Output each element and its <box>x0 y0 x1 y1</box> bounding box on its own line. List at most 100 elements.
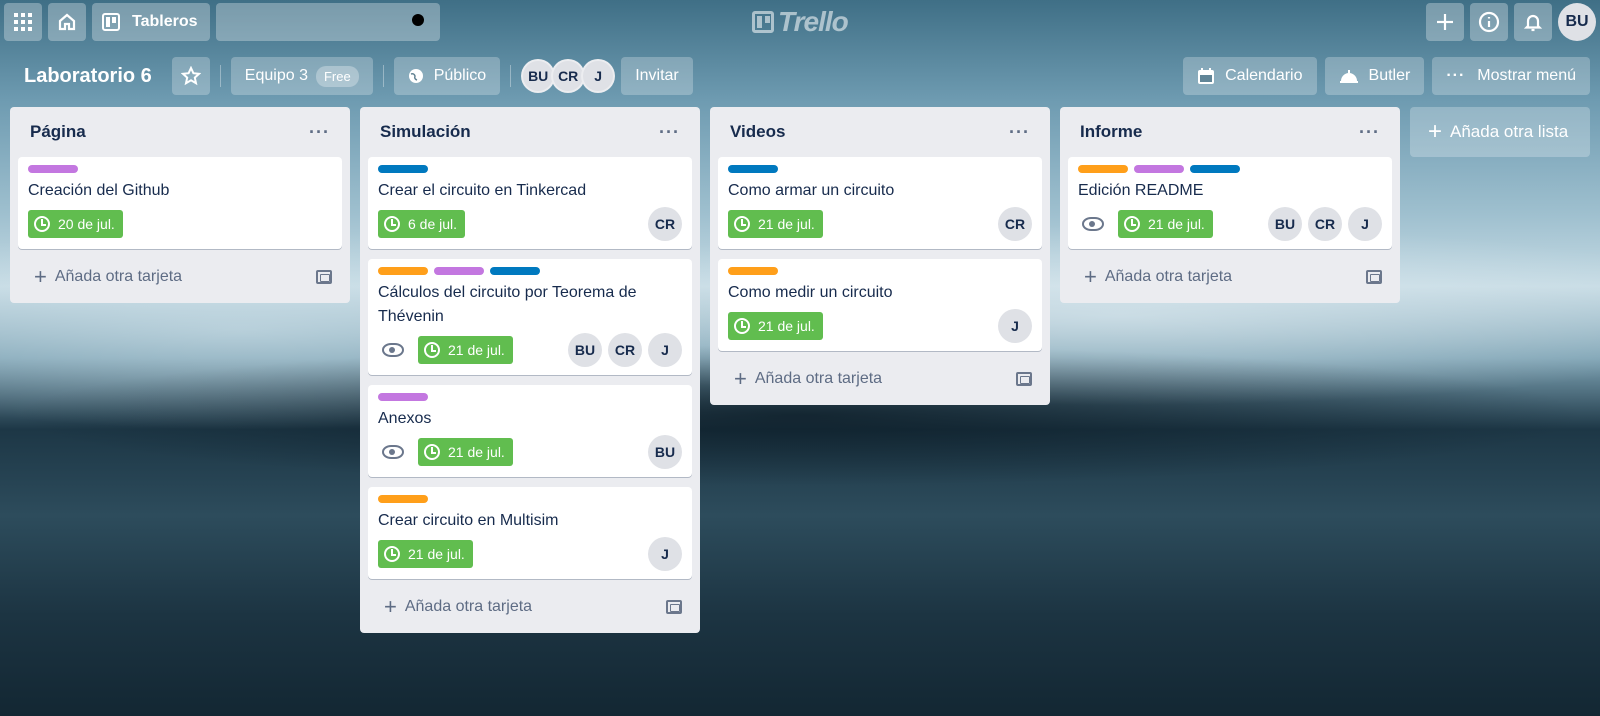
card[interactable]: Crear el circuito en Tinkercad 6 de jul. C… <box>368 157 692 249</box>
list-menu-icon[interactable]: ··· <box>309 122 330 143</box>
add-card-label: Añada otra tarjeta <box>1104 268 1233 285</box>
star-button[interactable] <box>171 57 210 95</box>
card-title: Como armar un circuito <box>728 182 895 199</box>
card[interactable]: Creación del Github 20 de jul. <box>18 157 342 249</box>
add-card-button[interactable]: + Añada otra tarjeta <box>1068 259 1392 295</box>
card-title: Creación del Github <box>28 182 170 199</box>
card[interactable]: Edición README 21 de jul. BU CR J <box>1068 157 1392 249</box>
due-date-badge[interactable]: 21 de jul. <box>728 312 823 340</box>
member-avatar[interactable]: CR <box>551 59 586 93</box>
list-menu-icon[interactable]: ··· <box>659 122 680 143</box>
board-icon <box>102 13 120 31</box>
info-button[interactable] <box>1470 3 1508 41</box>
info-icon <box>1478 11 1500 33</box>
list-menu-icon[interactable]: ··· <box>1009 122 1030 143</box>
menu-label: Mostrar menú <box>1477 67 1576 84</box>
user-avatar[interactable]: BU <box>1558 3 1596 41</box>
member-avatar[interactable]: BU <box>648 435 682 469</box>
plus-icon: + <box>384 594 397 619</box>
due-date-badge[interactable]: 21 de jul. <box>378 540 473 568</box>
card-template-icon[interactable] <box>1366 270 1382 284</box>
label-purple[interactable] <box>378 393 428 401</box>
due-date-badge[interactable]: 20 de jul. <box>28 210 123 238</box>
member-avatar[interactable]: CR <box>998 207 1032 241</box>
member-avatar[interactable]: BU <box>521 59 556 93</box>
card-badges: 21 de jul. BU CR J <box>378 333 682 367</box>
due-date-badge[interactable]: 6 de jul. <box>378 210 466 238</box>
due-date-badge[interactable]: 21 de jul. <box>728 210 823 238</box>
label-orange[interactable] <box>378 267 428 275</box>
label-orange[interactable] <box>378 495 428 503</box>
star-icon <box>180 66 201 86</box>
clock-icon <box>734 216 750 232</box>
label-purple[interactable] <box>1134 165 1184 173</box>
member-avatar[interactable]: CR <box>608 333 642 367</box>
label-blue[interactable] <box>728 165 778 173</box>
plan-badge: Free <box>315 65 359 87</box>
due-date-text: 21 de jul. <box>448 342 505 358</box>
divider <box>219 65 221 87</box>
apps-grid-icon[interactable] <box>4 3 42 41</box>
notifications-button[interactable] <box>1514 3 1552 41</box>
add-list-button[interactable]: + Añada otra lista <box>1410 107 1590 157</box>
add-card-button[interactable]: + Añada otra tarjeta <box>718 361 1042 397</box>
butler-button[interactable]: Butler <box>1324 57 1425 95</box>
add-card-button[interactable]: + Añada otra tarjeta <box>18 259 342 295</box>
home-button[interactable] <box>48 3 86 41</box>
card[interactable]: Anexos 21 de jul. BU <box>368 385 692 477</box>
bell-icon <box>1523 14 1543 32</box>
card-template-icon[interactable] <box>316 270 332 284</box>
member-avatar[interactable]: J <box>648 333 682 367</box>
due-date-badge[interactable]: 21 de jul. <box>418 438 513 466</box>
boards-button[interactable]: Tableros <box>92 3 210 41</box>
plus-icon: + <box>1084 264 1097 289</box>
card-title: Edición README <box>1078 182 1204 199</box>
label-purple[interactable] <box>434 267 484 275</box>
card-template-icon[interactable] <box>1016 372 1032 386</box>
member-avatar[interactable]: J <box>998 309 1032 343</box>
list-title[interactable]: Página <box>30 122 86 142</box>
label-blue[interactable] <box>1190 165 1240 173</box>
card-template-icon[interactable] <box>666 600 682 614</box>
card[interactable]: Crear circuito en Multisim 21 de jul. J <box>368 487 692 579</box>
visibility-button[interactable]: Público <box>393 57 501 95</box>
member-avatar[interactable]: J <box>581 59 616 93</box>
clock-icon <box>424 342 440 358</box>
card[interactable]: Como medir un circuito 21 de jul. J <box>718 259 1042 351</box>
label-purple[interactable] <box>28 165 78 173</box>
add-card-button[interactable]: + Añada otra tarjeta <box>368 589 692 625</box>
label-orange[interactable] <box>728 267 778 275</box>
list-title[interactable]: Simulación <box>380 122 471 142</box>
list-title[interactable]: Informe <box>1080 122 1142 142</box>
due-date-badge[interactable]: 21 de jul. <box>418 336 513 364</box>
member-avatar[interactable]: J <box>1348 207 1382 241</box>
due-date-text: 21 de jul. <box>758 216 815 232</box>
watch-icon <box>382 445 404 459</box>
member-avatar[interactable]: BU <box>568 333 602 367</box>
member-avatar[interactable]: CR <box>648 207 682 241</box>
card[interactable]: Como armar un circuito 21 de jul. CR <box>718 157 1042 249</box>
trello-logo[interactable]: Trello <box>752 6 849 38</box>
label-blue[interactable] <box>378 165 428 173</box>
list-title[interactable]: Videos <box>730 122 785 142</box>
calendar-button[interactable]: Calendario <box>1183 57 1317 95</box>
invite-button[interactable]: Invitar <box>621 57 693 95</box>
create-button[interactable] <box>1426 3 1464 41</box>
list-menu-icon[interactable]: ··· <box>1359 122 1380 143</box>
show-menu-button[interactable]: ··· Mostrar menú <box>1432 57 1590 95</box>
member-avatar[interactable]: J <box>648 537 682 571</box>
member-avatar[interactable]: BU <box>1268 207 1302 241</box>
search-icon <box>411 14 424 26</box>
card[interactable]: Cálculos del circuito por Teorema de Thé… <box>368 259 692 375</box>
calendar-icon <box>1198 68 1215 84</box>
board-title[interactable]: Laboratorio 6 <box>14 65 162 88</box>
due-date-badge[interactable]: 21 de jul. <box>1118 210 1213 238</box>
search-input[interactable] <box>215 3 440 41</box>
clock-icon <box>734 318 750 334</box>
team-button[interactable]: Equipo 3 Free <box>230 57 373 95</box>
label-orange[interactable] <box>1078 165 1128 173</box>
label-blue[interactable] <box>490 267 540 275</box>
member-avatar[interactable]: CR <box>1308 207 1342 241</box>
due-date-text: 21 de jul. <box>758 318 815 334</box>
list: Informe ··· Edición README 21 de jul. BU CR J +… <box>1060 107 1400 303</box>
